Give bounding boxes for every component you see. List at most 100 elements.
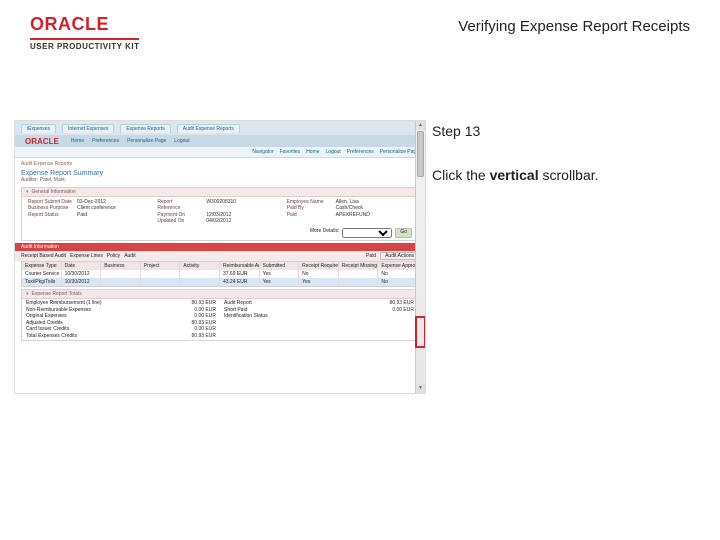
gen3-k-2: Paid — [287, 212, 333, 218]
sum-v: 0.00 EUR — [392, 307, 414, 313]
sum-k: Card Issuer Credits — [26, 326, 69, 332]
gen-v-0: 03-Dec-2012 — [77, 199, 106, 205]
th-submitted: Submitted — [260, 262, 300, 270]
th-project: Project — [141, 262, 181, 270]
section-general-header[interactable]: General Information — [22, 188, 418, 197]
cell: No — [378, 278, 418, 286]
breadcrumb: Audit Expense Reports — [15, 158, 425, 170]
tool-audit[interactable]: Audit — [124, 253, 135, 259]
cell: No — [378, 270, 418, 278]
instruction-text: Click the vertical scrollbar. — [432, 164, 599, 186]
link-personalize[interactable]: Personalize Page — [127, 138, 166, 144]
scroll-thumb[interactable] — [417, 131, 424, 177]
tab-expense-reports[interactable]: Expense Reports — [120, 124, 170, 133]
gen-k-2: Report Status — [28, 212, 74, 218]
gen-k-0: Report Submit Date — [28, 199, 74, 205]
instruction-post: scrollbar. — [539, 167, 599, 183]
tab-audit-expense-reports[interactable]: Audit Expense Reports — [177, 124, 240, 133]
th-reimbursable: Reimbursable Amount — [220, 262, 260, 270]
cell — [101, 270, 141, 278]
gen-k-1: Business Purpose — [28, 205, 74, 211]
vertical-scrollbar[interactable]: ▲ ▼ — [415, 121, 425, 393]
cell: 10/30/2012 — [62, 270, 102, 278]
summary-header[interactable]: Expense Report Totals — [22, 290, 418, 299]
link-home[interactable]: Home — [71, 138, 84, 144]
section-summary: Expense Report Totals Employee Reimburse… — [21, 289, 419, 342]
table-row[interactable]: Taxi/Pkg/Tolls 10/30/2012 43.24 EUR Yes … — [22, 278, 418, 286]
th-date: Date — [62, 262, 102, 270]
brand-block: ORACLE USER PRODUCTIVITY KIT — [30, 14, 139, 51]
menu-navigator[interactable]: Navigator — [252, 149, 273, 155]
audit-info-band: Audit Information — [15, 243, 425, 251]
sum-k: Non-Reimbursable Expenses — [26, 307, 91, 313]
sum-v: 0.00 EUR — [194, 307, 216, 313]
link-preferences[interactable]: Preferences — [92, 138, 119, 144]
menu-home[interactable]: Home — [306, 149, 319, 155]
cell: Yes — [260, 278, 300, 286]
tab-iexpenses[interactable]: iExpenses — [21, 124, 56, 133]
th-approved: Expense Approved — [378, 262, 418, 270]
gen-v-1: Client conference — [77, 205, 116, 211]
step-label: Step 13 — [432, 120, 599, 142]
menu-favorites[interactable]: Favorites — [280, 149, 301, 155]
scroll-up-arrow-icon[interactable]: ▲ — [416, 121, 425, 130]
sum-v: 80.93 EUR — [192, 300, 216, 306]
menu-logout[interactable]: Logout — [326, 149, 341, 155]
gen2-k-2: Payment On — [157, 212, 203, 218]
sum-k: Short Paid — [224, 307, 247, 313]
instruction-pre: Click the — [432, 167, 490, 183]
cell — [141, 278, 181, 286]
tool-expense-lines[interactable]: Expense Lines — [70, 253, 103, 259]
gen3-v-2: APEXREFUND — [336, 212, 370, 218]
cell: Yes — [299, 278, 339, 286]
cell — [339, 270, 379, 278]
product-subtitle: USER PRODUCTIVITY KIT — [30, 38, 139, 51]
tool-receipt-audit[interactable]: Receipt Based Audit — [21, 253, 66, 259]
app-oracle-logo: ORACLE — [21, 137, 63, 146]
section-general: General Information Report Submit Date03… — [21, 187, 419, 241]
audit-actions-button[interactable]: Audit Actions — [380, 252, 419, 260]
gen-v-2: Paid — [77, 212, 87, 218]
tab-internet-expenses[interactable]: Internet Expenses — [62, 124, 114, 133]
gen2-k-3: Updated On — [157, 218, 203, 224]
gen2-k-0: Report — [157, 199, 203, 205]
link-logout[interactable]: Logout — [174, 138, 189, 144]
embedded-screenshot: iExpenses Internet Expenses Expense Repo… — [14, 120, 426, 394]
sum-v: 0.00 EUR — [194, 313, 216, 319]
screen-title: Expense Report Summary — [15, 170, 425, 177]
gen3-v-0: Allen, Lisa — [336, 199, 359, 205]
go-button[interactable]: Go — [395, 228, 412, 238]
cell — [180, 278, 220, 286]
th-expense-type: Expense Type — [22, 262, 62, 270]
th-activity: Activity — [180, 262, 220, 270]
cell — [101, 278, 141, 286]
cell: 37.69 EUR — [220, 270, 260, 278]
gen2-v-3: 04/02/2012 — [206, 218, 231, 224]
sum-v: 80.93 EUR — [390, 300, 414, 306]
sum-k: Original Expenses — [26, 313, 67, 319]
sum-v: 0.00 EUR — [194, 326, 216, 332]
gen2-v-2: 12/03/2012 — [206, 212, 231, 218]
more-details-select[interactable] — [342, 228, 392, 238]
app-link-bar: ORACLE Home Preferences Personalize Page… — [15, 135, 425, 147]
cell: Yes — [260, 270, 300, 278]
gen3-v-1: Cash/Check — [336, 205, 363, 211]
tool-policy[interactable]: Policy — [107, 253, 120, 259]
cell — [141, 270, 181, 278]
scroll-down-arrow-icon[interactable]: ▼ — [416, 384, 425, 393]
cell: 43.24 EUR — [220, 278, 260, 286]
th-receipt-missing: Receipt Missing — [339, 262, 379, 270]
th-receipt-required: Receipt Required — [299, 262, 339, 270]
gen2-v-0: W300208310 — [206, 199, 236, 205]
cell: Courier Service — [22, 270, 62, 278]
cell: No — [299, 270, 339, 278]
menu-preferences[interactable]: Preferences — [347, 149, 374, 155]
app-tab-strip: iExpenses Internet Expenses Expense Repo… — [15, 121, 425, 135]
menu-personalize[interactable]: Personalize Page — [380, 149, 419, 155]
tool-paid: Paid — [366, 253, 376, 259]
sum-k: Total Expenses Credits — [26, 333, 77, 339]
expense-lines-table: Expense Type Date Business Project Activ… — [21, 261, 419, 287]
table-row[interactable]: Courier Service 10/30/2012 37.69 EUR Yes… — [22, 270, 418, 278]
more-details-label: More Details: — [310, 228, 339, 238]
cell: Taxi/Pkg/Tolls — [22, 278, 62, 286]
